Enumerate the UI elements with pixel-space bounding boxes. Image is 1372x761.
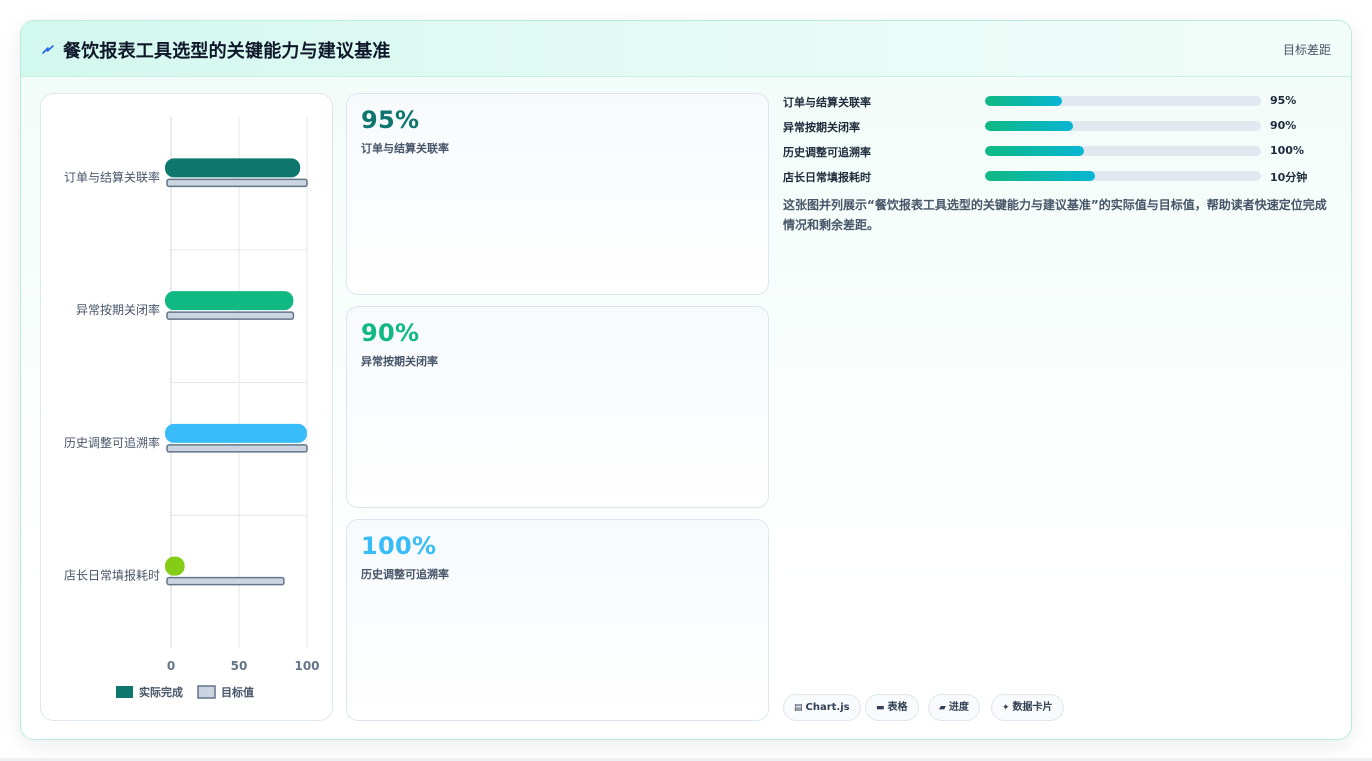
- stat-value: 95%: [361, 106, 420, 134]
- stat-card: 100% 历史调整可追溯率: [346, 519, 769, 721]
- stat-card: 90% 异常按期关闭率: [346, 306, 769, 508]
- legend-swatch-target: [197, 685, 216, 699]
- target-bar: [166, 178, 308, 188]
- bar-chart: 订单与结算关联率异常按期关闭率历史调整可追溯率店长日常填报耗时 0 50 100 实际完…: [64, 117, 320, 699]
- progress-track: [985, 96, 1261, 106]
- progress-track: [985, 171, 1261, 181]
- progress-row: 店长日常填报耗时 10分钟: [783, 169, 1339, 185]
- card-header: 餐饮报表工具选型的关键能力与建议基准 目标差距: [21, 21, 1351, 77]
- stat-card: 95% 订单与结算关联率: [346, 93, 769, 295]
- actual-bar: [165, 291, 294, 311]
- target-bar: [166, 444, 308, 453]
- target-bar: [166, 576, 285, 586]
- progress-label: 历史调整可追溯率: [783, 146, 871, 159]
- actual-bar: [165, 556, 185, 576]
- actual-bar: [165, 423, 307, 443]
- progress-track: [985, 121, 1261, 131]
- report-card: 餐饮报表工具选型的关键能力与建议基准 目标差距 订单与结算关联率 异常按期关闭率历…: [20, 20, 1352, 740]
- tag-label: Chart.js: [805, 702, 850, 713]
- category-label: 异常按期关闭率: [76, 302, 160, 317]
- x-tick-label: 50: [231, 659, 248, 673]
- stat-label: 订单与结算关联率: [361, 142, 449, 155]
- progress-fill: [985, 96, 1063, 106]
- tag-label: 数据卡片: [1012, 702, 1053, 713]
- progress-value: 90%: [1270, 119, 1297, 132]
- tag-progress[interactable]: ▰ 进度: [928, 694, 980, 721]
- progress-row: 历史调整可追溯率 100%: [783, 144, 1339, 160]
- lightning-icon: [42, 45, 54, 54]
- chart-description: 这张图并列展示“餐饮报表工具选型的关键能力与建议基准”的实际值与目标值，帮助读者…: [783, 198, 1327, 232]
- legend-swatch-actual: [116, 686, 133, 698]
- stat-value: 100%: [361, 532, 437, 560]
- legend-label-target: 目标值: [221, 685, 254, 699]
- legend-label-actual: 实际完成: [139, 685, 183, 699]
- actual-bar: [165, 158, 301, 178]
- tag-label: 进度: [948, 702, 969, 713]
- stat-label: 历史调整可追溯率: [361, 568, 449, 581]
- progress-track: [985, 146, 1261, 156]
- tag-data-cards[interactable]: ✦ 数据卡片: [991, 694, 1064, 721]
- category-label: 店长日常填报耗时: [64, 568, 160, 583]
- tag-label: 表格: [887, 702, 908, 713]
- target-bar: [166, 311, 295, 320]
- tag-chartjs[interactable]: ▤ Chart.js: [783, 694, 861, 721]
- progress-row: 异常按期关闭率 90%: [783, 119, 1339, 135]
- progress-panel: 订单与结算关联率 95% 异常按期关闭率 90% 历史调整可追溯率 100% 店…: [783, 93, 1339, 723]
- progress-label: 异常按期关闭率: [783, 121, 860, 134]
- stat-label: 异常按期关闭率: [361, 355, 438, 368]
- progress-icon: ▰: [939, 703, 946, 713]
- progress-value: 100%: [1270, 144, 1304, 157]
- progress-label: 店长日常填报耗时: [783, 171, 871, 184]
- target-gap-label: 目标差距: [1282, 43, 1331, 57]
- bar-chart-panel: 订单与结算关联率异常按期关闭率历史调整可追溯率 店长日常填报耗时 0 50 100 实际完…: [40, 93, 333, 721]
- category-label: 历史调整可追溯率: [64, 435, 160, 450]
- tag-table[interactable]: ▬ 表格: [865, 694, 919, 721]
- x-tick-label: 0: [167, 659, 175, 673]
- table-icon: ▬: [876, 703, 885, 713]
- progress-value: 10分钟: [1270, 171, 1308, 184]
- chart-icon: ▤: [794, 703, 803, 713]
- page-title: 餐饮报表工具选型的关键能力与建议基准: [63, 41, 391, 62]
- category-label: 订单与结算关联率: [64, 169, 160, 184]
- progress-value: 95%: [1270, 94, 1297, 107]
- stat-value: 90%: [361, 319, 420, 347]
- progress-fill: [985, 121, 1074, 131]
- progress-fill: [985, 146, 1085, 156]
- progress-fill: [985, 171, 1096, 181]
- progress-label: 订单与结算关联率: [783, 96, 871, 109]
- sparkle-icon: ✦: [1002, 703, 1010, 713]
- progress-row: 订单与结算关联率 95%: [783, 94, 1339, 110]
- x-tick-label: 100: [294, 659, 319, 673]
